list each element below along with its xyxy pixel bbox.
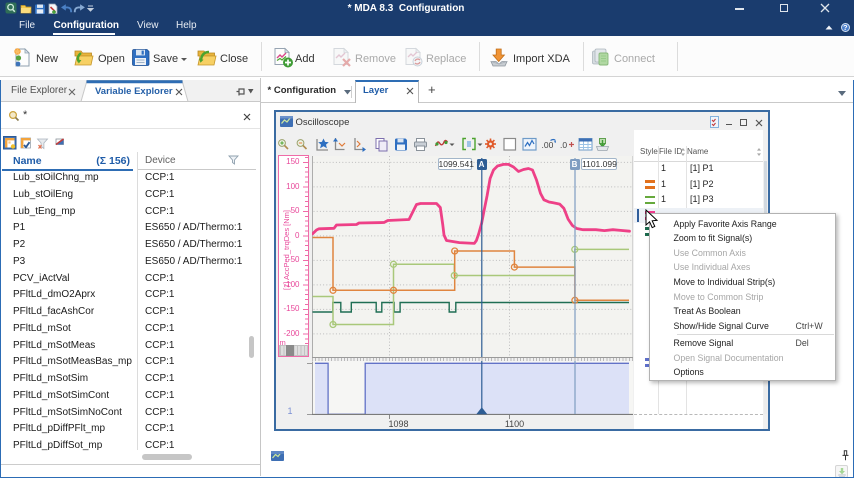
svg-text:.0: .0 [560,140,567,150]
svg-text:.00: .00 [541,140,553,150]
